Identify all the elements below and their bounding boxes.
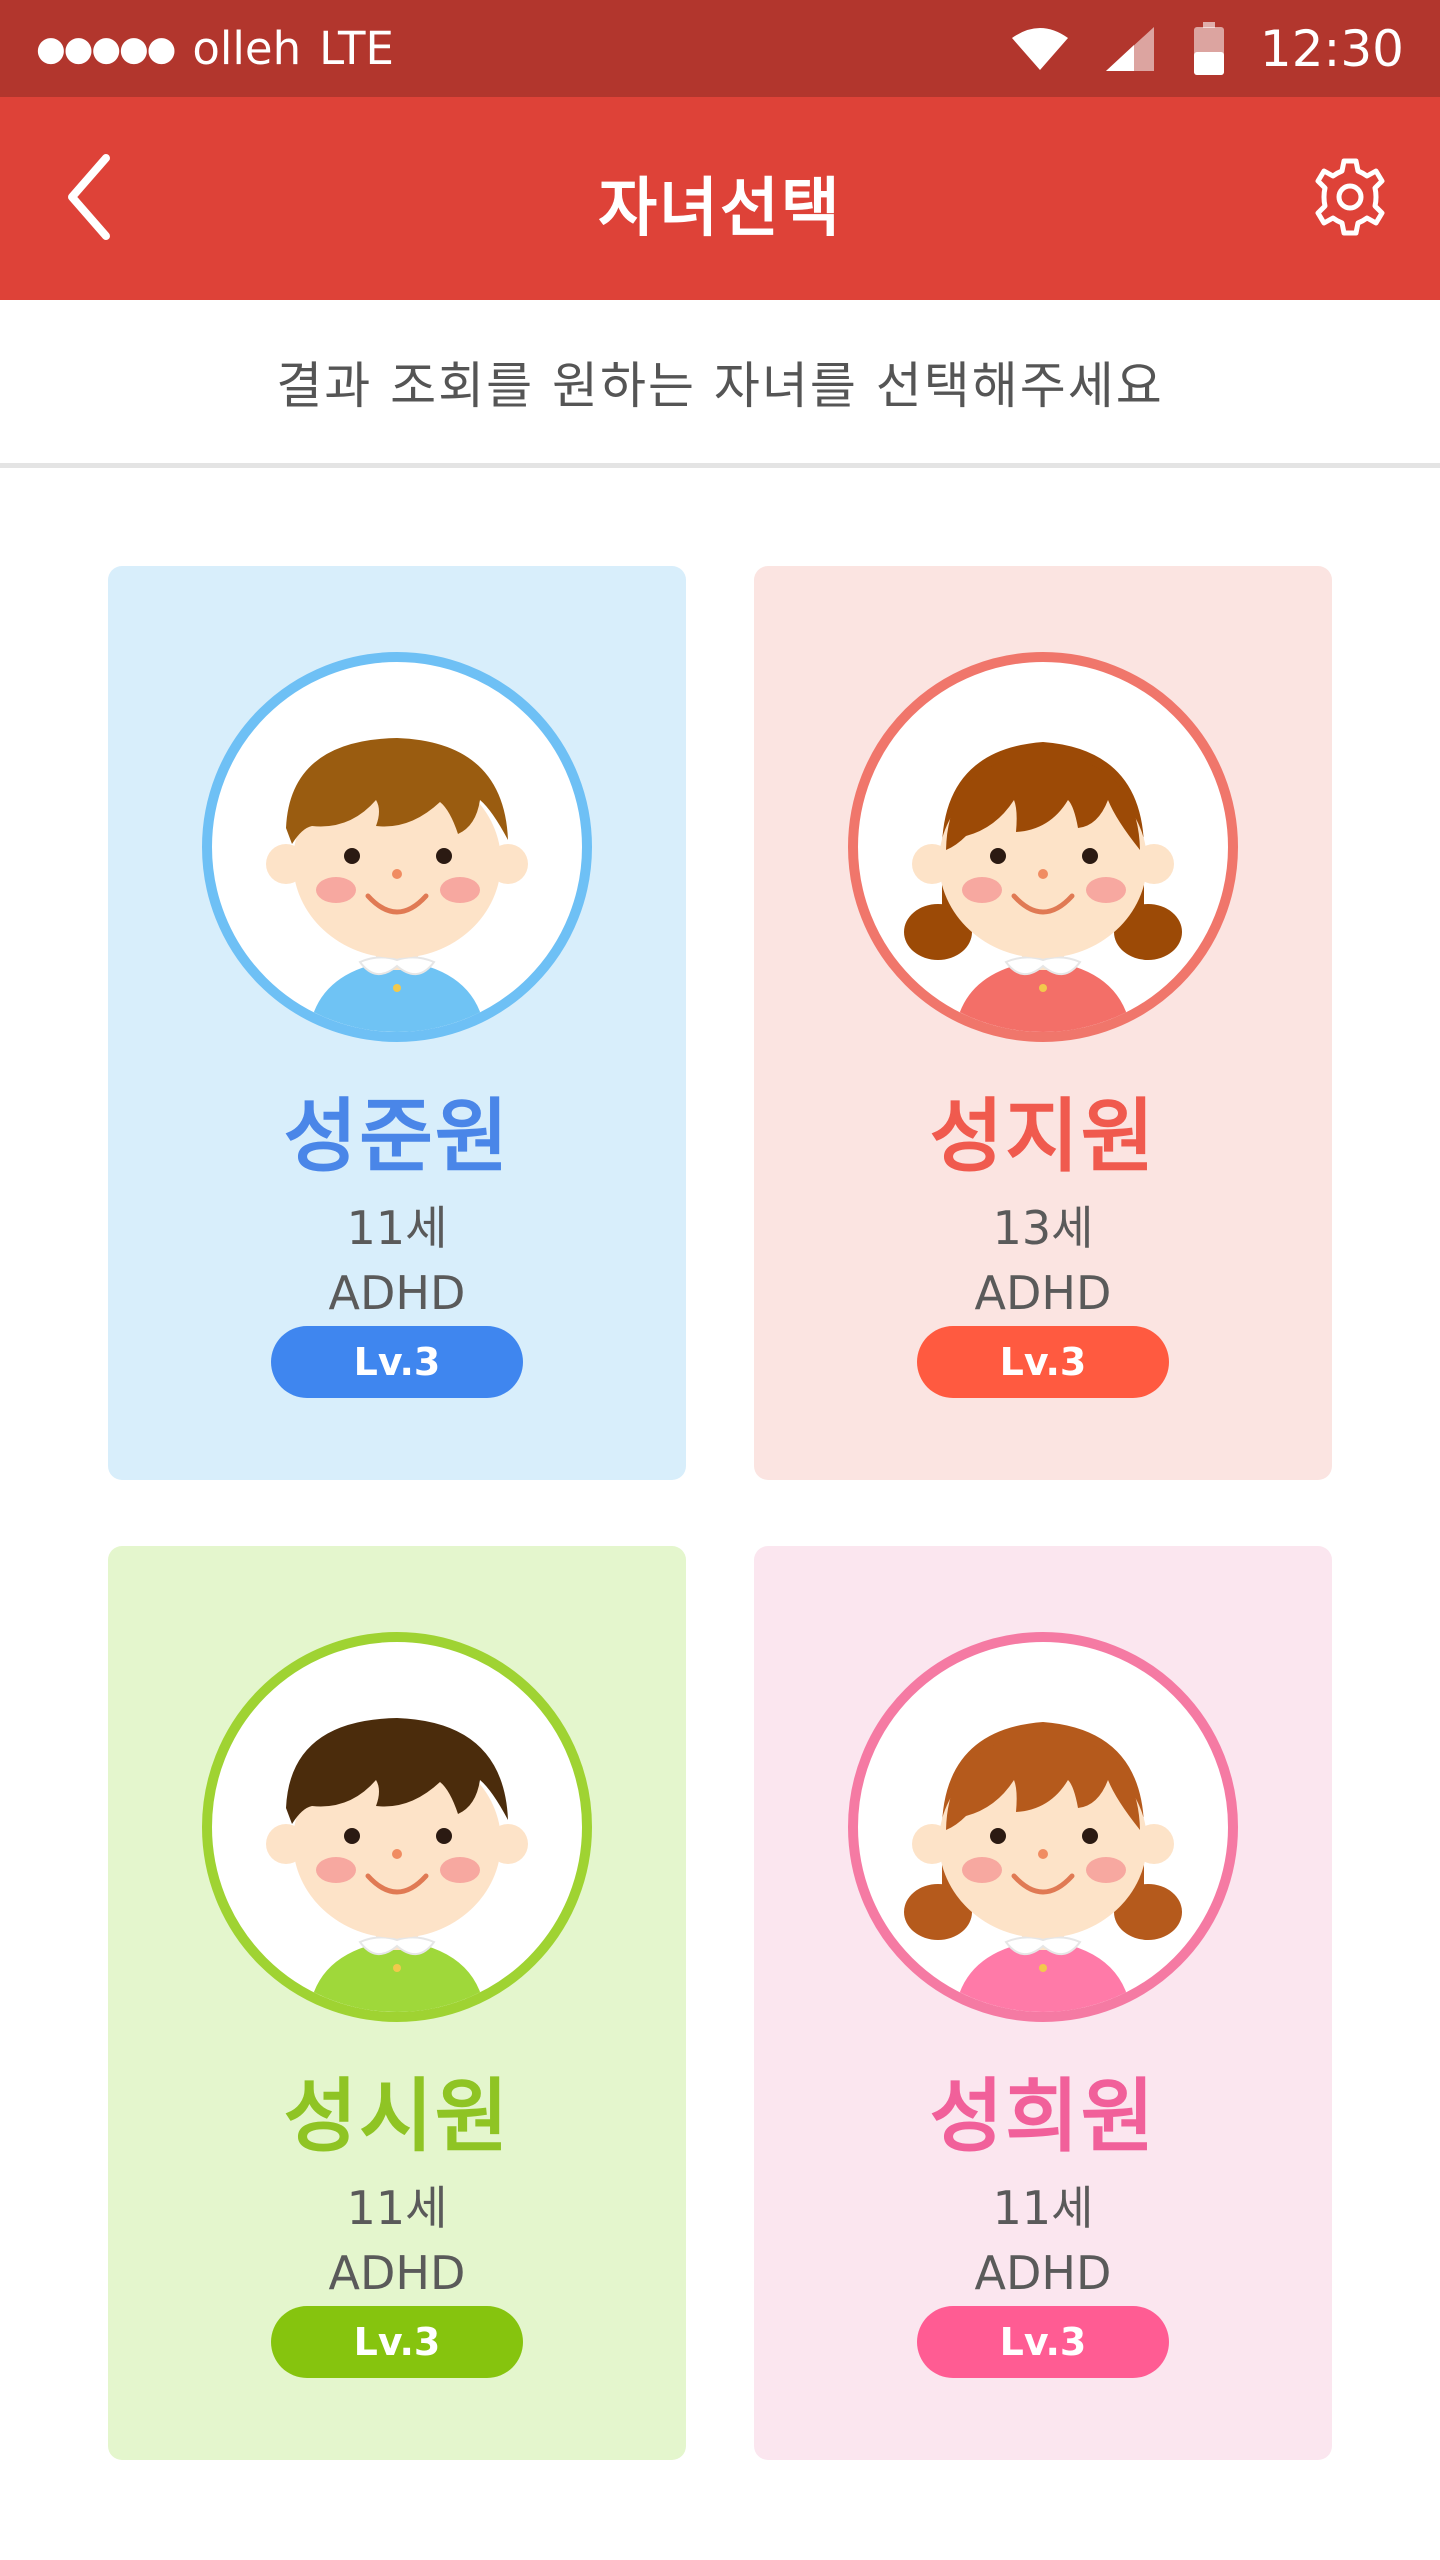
girl-avatar-icon	[848, 652, 1238, 1042]
child-name: 성시원	[283, 2070, 511, 2163]
child-age: 13세	[992, 1201, 1094, 1255]
child-diagnosis: ADHD	[328, 1266, 466, 1320]
battery-icon	[1193, 21, 1224, 75]
instruction-text: 결과 조회를 원하는 자녀를 선택해주세요	[276, 356, 1164, 415]
carrier-name: olleh	[192, 22, 302, 75]
child-name: 성준원	[283, 1090, 511, 1183]
child-name: 성희원	[929, 2070, 1157, 2163]
app-bar: 자녀선택	[0, 97, 1440, 300]
child-card[interactable]: 성지원 13세 ADHD Lv.3	[754, 566, 1332, 1480]
settings-button[interactable]	[1300, 147, 1400, 247]
child-age: 11세	[346, 2181, 448, 2235]
status-bar: ●●●●● olleh LTE 12:30	[0, 0, 1440, 97]
level-badge: Lv.3	[917, 1326, 1169, 1398]
girl-avatar-icon	[848, 1632, 1238, 2022]
child-card[interactable]: 성시원 11세 ADHD Lv.3	[108, 1546, 686, 2460]
child-name: 성지원	[929, 1090, 1157, 1183]
gear-icon	[1315, 158, 1385, 236]
signal-dots-icon: ●●●●●	[36, 28, 176, 69]
child-diagnosis: ADHD	[974, 1266, 1112, 1320]
child-card[interactable]: 성준원 11세 ADHD Lv.3	[108, 566, 686, 1480]
cellular-signal-icon	[1105, 26, 1154, 71]
status-right: 12:30	[1010, 20, 1404, 78]
instruction-bar: 결과 조회를 원하는 자녀를 선택해주세요	[0, 300, 1440, 468]
child-diagnosis: ADHD	[974, 2246, 1112, 2300]
status-left: ●●●●● olleh LTE	[36, 22, 394, 75]
child-age: 11세	[346, 1201, 448, 1255]
clock-time: 12:30	[1259, 19, 1404, 78]
child-diagnosis: ADHD	[328, 2246, 466, 2300]
level-badge: Lv.3	[271, 2306, 523, 2378]
level-badge: Lv.3	[917, 2306, 1169, 2378]
page-title: 자녀선택	[598, 172, 842, 246]
child-age: 11세	[992, 2181, 1094, 2235]
wifi-icon	[1011, 27, 1068, 70]
level-badge: Lv.3	[271, 1326, 523, 1398]
network-type: LTE	[319, 22, 394, 75]
child-card[interactable]: 성희원 11세 ADHD Lv.3	[754, 1546, 1332, 2460]
boy-avatar-icon	[202, 1632, 592, 2022]
boy-avatar-icon	[202, 652, 592, 1042]
